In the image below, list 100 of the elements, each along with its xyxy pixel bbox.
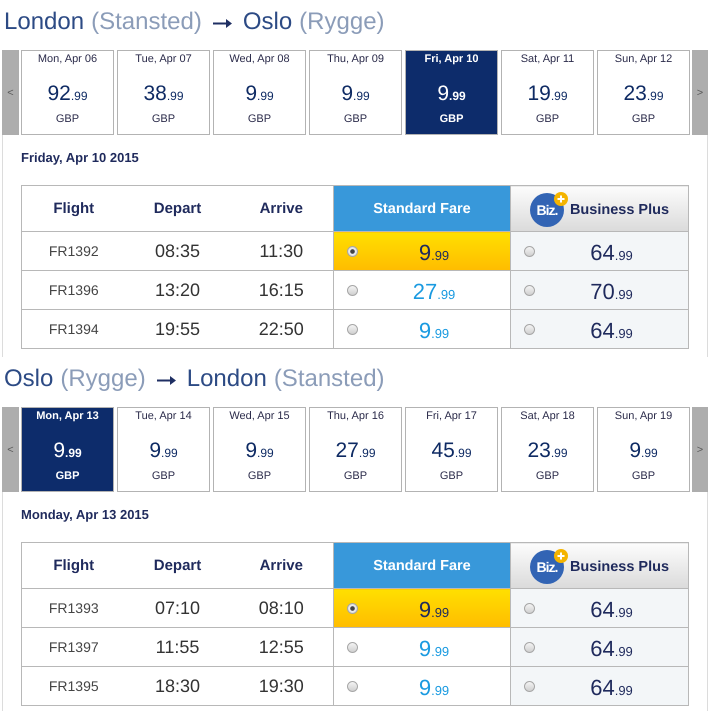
column-header: Business Plus	[570, 559, 670, 575]
fare-price: 9.99	[418, 596, 450, 623]
date-card[interactable]: Thu, Apr 09 9.99 GBP	[309, 50, 402, 135]
date-card[interactable]: Mon, Apr 06 92.99 GBP	[21, 50, 114, 135]
biz-logo: Biz.	[530, 192, 564, 226]
city-name: London	[4, 10, 84, 34]
fare-radio[interactable]	[524, 680, 535, 692]
airport-name: (Stansted)	[91, 10, 202, 34]
plus-icon	[554, 192, 568, 206]
date-card[interactable]: Tue, Apr 14 9.99 GBP	[117, 407, 210, 492]
arrow-right-icon	[212, 18, 232, 28]
date-label: Mon, Apr 06	[38, 52, 98, 66]
selected-date-heading: Friday, Apr 10 2015	[21, 151, 140, 164]
fare-price: 9.99	[53, 439, 82, 464]
fare-price: 9.99	[418, 635, 450, 662]
currency-label: GBP	[56, 112, 80, 126]
date-card[interactable]: Wed, Apr 15 9.99 GBP	[213, 407, 306, 492]
departure-time: 13:20	[126, 270, 230, 310]
fare-radio[interactable]	[524, 284, 535, 296]
fare-price: 38.99	[143, 82, 184, 107]
fare-radio[interactable]	[347, 680, 358, 692]
date-label: Tue, Apr 14	[135, 409, 192, 423]
fare-radio[interactable]	[347, 246, 358, 256]
fare-price: 64.99	[589, 596, 634, 623]
currency-label: GBP	[632, 112, 656, 126]
fare-price: 23.99	[623, 82, 664, 107]
fare-price: 9.99	[437, 82, 466, 107]
fare-radio[interactable]	[524, 642, 535, 652]
fare-radio[interactable]	[524, 324, 535, 334]
date-card[interactable]: Mon, Apr 13 9.99 GBP	[21, 407, 114, 492]
fare-price: 64.99	[589, 635, 634, 662]
currency-label: GBP	[248, 112, 272, 126]
date-card[interactable]: Sat, Apr 18 23.99 GBP	[501, 407, 594, 492]
fare-price: 9.99	[245, 82, 274, 107]
fare-price: 70.99	[589, 278, 634, 305]
airport-name: (Rygge)	[299, 10, 385, 34]
fare-radio[interactable]	[347, 284, 358, 296]
biz-logo: Biz.	[530, 550, 564, 584]
date-label: Tue, Apr 07	[135, 52, 192, 66]
column-header: Depart	[126, 542, 230, 588]
date-card[interactable]: Wed, Apr 08 9.99 GBP	[213, 50, 306, 135]
date-label: Thu, Apr 16	[327, 409, 384, 423]
airport-name: (Stansted)	[274, 367, 385, 391]
date-label: Sat, Apr 18	[520, 409, 575, 423]
fare-price: 9.99	[245, 439, 274, 464]
date-card[interactable]: Sun, Apr 19 9.99 GBP	[597, 407, 690, 492]
column-header: Business Plus	[570, 202, 670, 218]
plus-icon	[554, 548, 568, 562]
airport-name: (Rygge)	[60, 367, 146, 391]
fare-price: 64.99	[589, 674, 634, 701]
fare-price: 23.99	[527, 439, 568, 464]
departure-time: 08:35	[126, 232, 230, 270]
arrival-time: 12:55	[230, 628, 334, 666]
column-header: Depart	[126, 186, 230, 232]
date-card[interactable]: Thu, Apr 16 27.99 GBP	[309, 407, 402, 492]
fare-price: 27.99	[335, 439, 376, 464]
currency-label: GBP	[536, 469, 560, 483]
arrow-right-icon	[156, 376, 176, 384]
departure-time: 18:30	[126, 666, 230, 706]
fare-price: 19.99	[527, 82, 568, 107]
arrival-time: 19:30	[230, 666, 334, 706]
fare-radio[interactable]	[524, 602, 535, 614]
date-label: Fri, Apr 17	[426, 409, 477, 423]
flight-number: FR1392	[22, 232, 126, 270]
date-label: Thu, Apr 09	[327, 52, 384, 66]
date-card[interactable]: Tue, Apr 07 38.99 GBP	[117, 50, 210, 135]
date-card[interactable]: Sat, Apr 11 19.99 GBP	[501, 50, 594, 135]
currency-label: GBP	[344, 469, 368, 483]
date-label: Sat, Apr 11	[520, 52, 574, 66]
flight-number: FR1396	[22, 270, 126, 310]
date-label: Mon, Apr 13	[36, 409, 99, 423]
column-header: Flight	[22, 186, 126, 232]
fare-radio[interactable]	[524, 246, 535, 256]
fare-price: 45.99	[431, 439, 472, 464]
fare-price: 9.99	[149, 439, 178, 464]
currency-label: GBP	[56, 469, 80, 483]
city-name: Oslo	[4, 367, 54, 391]
date-label: Fri, Apr 10	[424, 52, 478, 66]
flight-number: FR1394	[22, 310, 126, 348]
currency-label: GBP	[536, 112, 560, 126]
currency-label: GBP	[152, 112, 176, 126]
departure-time: 19:55	[126, 310, 230, 348]
fare-price: 64.99	[589, 317, 634, 344]
city-name: London	[186, 367, 267, 391]
date-card[interactable]: Sun, Apr 12 23.99 GBP	[597, 50, 690, 135]
flight-number: FR1393	[22, 588, 126, 628]
currency-label: GBP	[248, 469, 272, 483]
fare-price: 9.99	[629, 439, 658, 464]
currency-label: GBP	[440, 469, 464, 483]
date-card[interactable]: Fri, Apr 17 45.99 GBP	[405, 407, 498, 492]
fare-price: 9.99	[418, 674, 450, 701]
currency-label: GBP	[344, 112, 368, 126]
fare-radio[interactable]	[347, 602, 358, 614]
fare-radio[interactable]	[347, 642, 358, 652]
arrival-time: 16:15	[230, 270, 334, 310]
fare-radio[interactable]	[347, 324, 358, 334]
date-card[interactable]: Fri, Apr 10 9.99 GBP	[405, 50, 498, 135]
date-label: Sun, Apr 19	[614, 409, 672, 423]
column-header: Standard Fare	[334, 186, 510, 232]
currency-label: GBP	[632, 469, 656, 483]
